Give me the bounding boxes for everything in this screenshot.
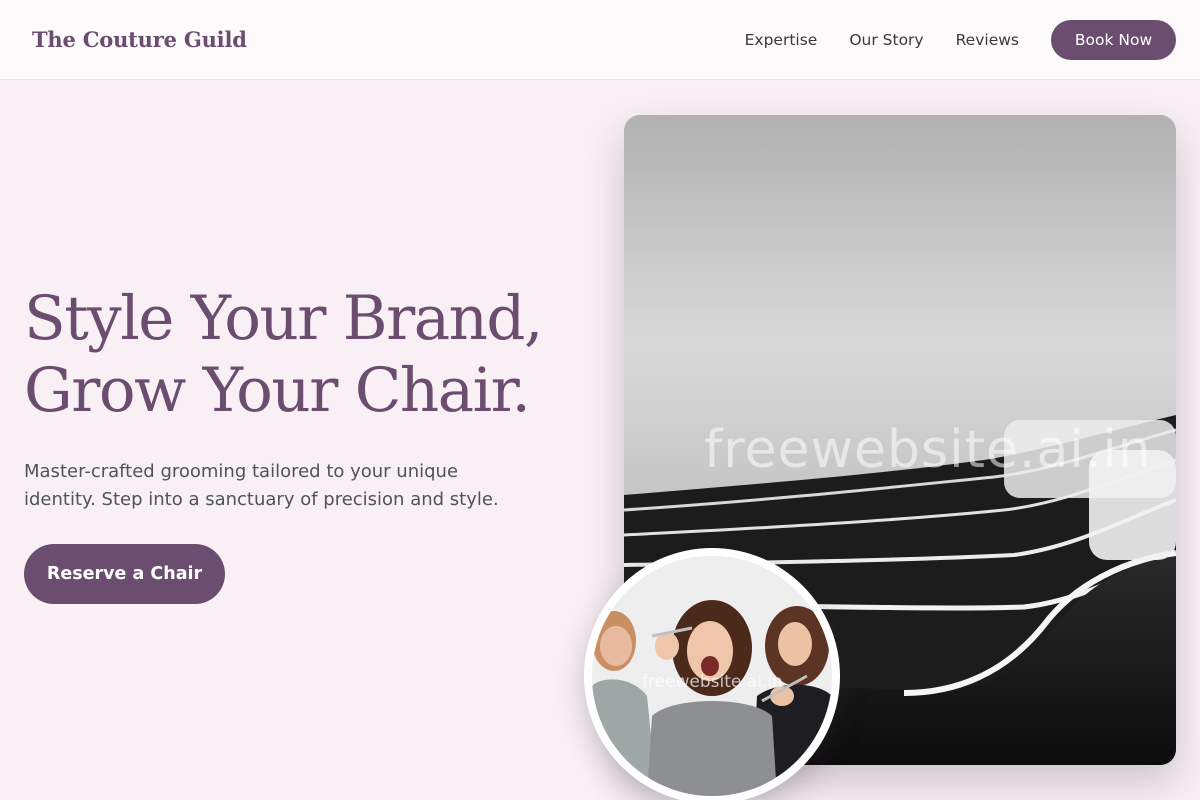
hero-headline-line1: Style Your Brand, [24,283,543,354]
stylist-team-image: freewebsite.ai.in [592,556,832,796]
reserve-chair-button[interactable]: Reserve a Chair [24,544,225,604]
nav-link-expertise[interactable]: Expertise [745,31,818,49]
book-now-button[interactable]: Book Now [1051,19,1176,60]
team-image-watermark: freewebsite.ai.in [642,672,783,692]
hero-section: Style Your Brand, Grow Your Chair. Maste… [24,283,584,604]
main-nav: Expertise Our Story Reviews Book Now [745,19,1176,60]
top-navbar: The Couture Guild Expertise Our Story Re… [0,0,1200,80]
nav-link-our-story[interactable]: Our Story [849,31,923,49]
hero-subtext: Master-crafted grooming tailored to your… [24,461,499,510]
hero-headline: Style Your Brand, Grow Your Chair. [24,283,584,427]
brand-logo[interactable]: The Couture Guild [32,27,247,52]
nav-link-reviews[interactable]: Reviews [956,31,1019,49]
team-photo-frame: freewebsite.ai.in [584,548,840,800]
hero-headline-line2: Grow Your Chair. [24,355,531,426]
image-watermark: freewebsite.ai.in [704,420,1152,480]
